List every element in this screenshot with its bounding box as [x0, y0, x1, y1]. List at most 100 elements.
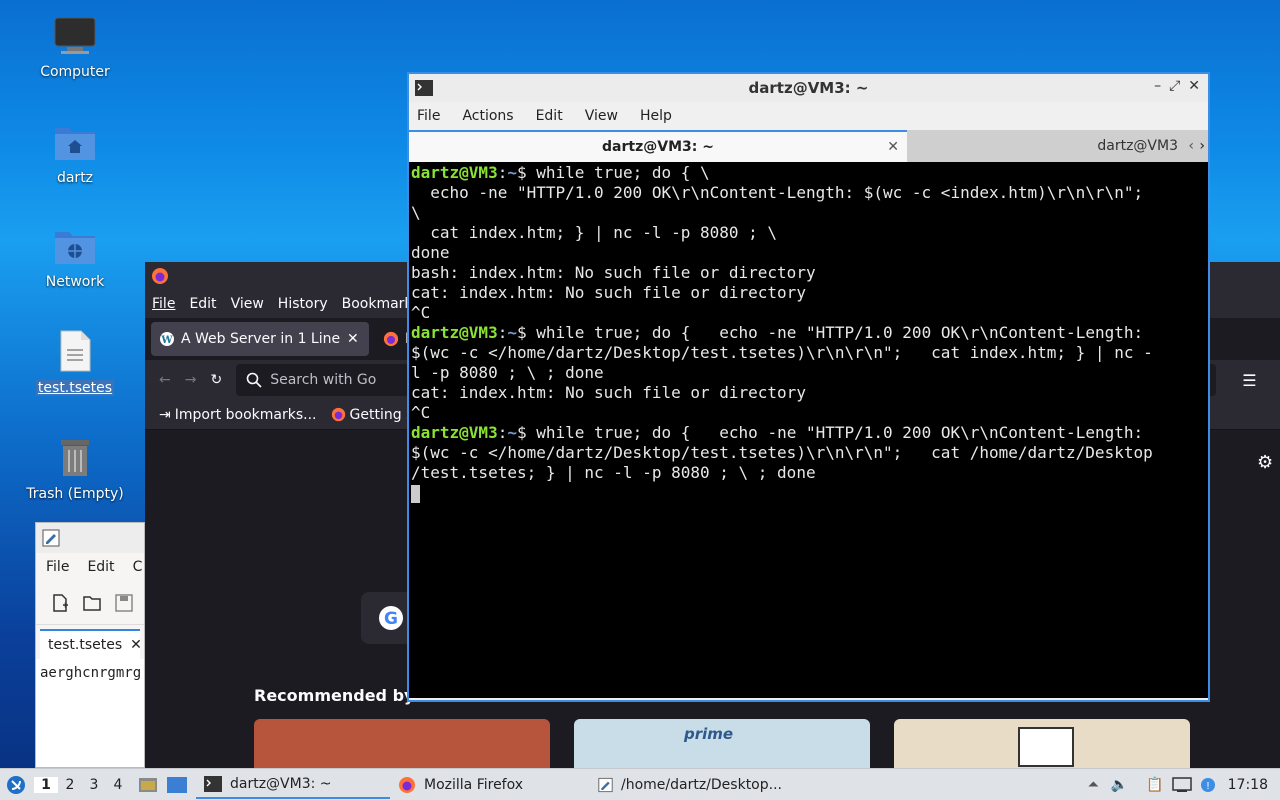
terminal-line: done	[411, 243, 1206, 263]
tab-label: dartz@VM3: ~	[602, 139, 714, 155]
reload-icon[interactable]: ↻	[210, 372, 222, 388]
desktop-icon-dartz[interactable]: dartz	[20, 122, 130, 186]
computer-icon	[54, 17, 96, 54]
terminal-line: $(wc -c </home/dartz/Desktop/test.tsetes…	[411, 443, 1206, 463]
workspace-1[interactable]: 1	[34, 776, 58, 793]
tab-web-server[interactable]: W A Web Server in 1 Line of ✕	[151, 322, 369, 356]
text-editor-icon	[598, 777, 613, 792]
search-icon	[246, 372, 262, 388]
menu-help[interactable]: Help	[640, 108, 672, 124]
settings-gear-icon[interactable]: ⚙	[1257, 452, 1273, 473]
desktop-icon-computer[interactable]: Computer	[20, 16, 130, 80]
mousepad-tab[interactable]: test.tsetes ✕	[40, 629, 142, 659]
bookmark-import[interactable]: ⇥ Import bookmarks...	[159, 407, 317, 423]
firefox-icon	[152, 268, 168, 284]
task-firefox[interactable]: Mozilla Firefox	[390, 771, 590, 799]
line-text: cat index.htm; } | nc -l -p 8080 ; \	[411, 223, 778, 242]
terminal-tab-2[interactable]: dartz@VM3 ‹ ›	[907, 130, 1208, 162]
task-mousepad[interactable]: /home/dartz/Desktop...	[590, 771, 790, 799]
start-menu-icon[interactable]	[6, 775, 26, 795]
terminal-lines: dartz@VM3:~$ while true; do { \ echo -ne…	[411, 163, 1206, 483]
desktop-icon-test-file[interactable]: test.tsetes	[20, 330, 130, 396]
open-folder-icon[interactable]	[82, 593, 102, 613]
task-label: Mozilla Firefox	[424, 776, 524, 793]
bookmark-label: Getting S	[349, 406, 415, 423]
recommended-card[interactable]	[894, 719, 1190, 768]
terminal-tab-1[interactable]: dartz@VM3: ~ ✕	[409, 130, 907, 162]
network-folder-icon	[55, 232, 95, 264]
terminal-line: dartz@VM3:~$ while true; do { \	[411, 163, 1206, 183]
recommended-heading: Recommended by P	[254, 686, 432, 705]
terminal-line: cat: index.htm: No such file or director…	[411, 383, 1206, 403]
workspace-3[interactable]: 3	[82, 777, 106, 793]
recommended-card[interactable]	[254, 719, 550, 768]
minimize-icon[interactable]: –	[1154, 78, 1161, 94]
line-text: ^C	[411, 303, 431, 322]
desktop-icon-label: Computer	[40, 64, 110, 80]
file-manager-icon[interactable]	[138, 776, 158, 794]
line-text: /test.tsetes; } | nc -l -p 8080 ; \ ; do…	[411, 463, 816, 482]
show-desktop-icon[interactable]	[166, 776, 188, 794]
maximize-icon[interactable]: ⤢	[1169, 78, 1180, 94]
menu-edit[interactable]: Edit	[87, 559, 114, 575]
scroll-tabs-left-icon[interactable]: ‹	[1188, 138, 1194, 154]
terminal-menubar: File Actions Edit View Help	[409, 102, 1208, 130]
close-icon[interactable]: ✕	[887, 139, 899, 155]
menu-edit[interactable]: Edit	[536, 108, 563, 124]
terminal-output[interactable]: dartz@VM3:~$ while true; do { \ echo -ne…	[409, 162, 1208, 698]
back-icon[interactable]: ←	[159, 372, 171, 388]
menu-file[interactable]: File	[152, 296, 175, 312]
close-icon[interactable]: ✕	[1188, 78, 1200, 94]
desktop-icon-trash[interactable]: Trash (Empty)	[20, 436, 130, 502]
task-terminal[interactable]: dartz@VM3: ~	[196, 771, 390, 799]
close-icon[interactable]: ✕	[347, 331, 359, 347]
desktop-icon-label: dartz	[56, 170, 94, 186]
tab-label: dartz@VM3	[1097, 138, 1178, 154]
card-stamp	[1018, 727, 1074, 767]
terminal-titlebar[interactable]: dartz@VM3: ~ – ⤢ ✕	[409, 74, 1208, 102]
close-icon[interactable]: ✕	[130, 637, 142, 653]
new-file-icon[interactable]	[50, 593, 70, 613]
workspace-2[interactable]: 2	[58, 777, 82, 793]
line-text: \	[411, 203, 421, 222]
save-icon[interactable]	[114, 593, 134, 613]
menu-file[interactable]: File	[417, 108, 440, 124]
terminal-line: \	[411, 203, 1206, 223]
firefox-icon	[399, 776, 415, 793]
workspace-4[interactable]: 4	[106, 777, 130, 793]
recommended-card[interactable]: prime	[574, 719, 870, 768]
clock[interactable]: 17:18	[1228, 777, 1268, 793]
menu-view[interactable]: View	[231, 296, 264, 312]
menu-actions[interactable]: Actions	[462, 108, 513, 124]
desktop-icon-network[interactable]: Network	[20, 226, 130, 290]
menu-file[interactable]: File	[46, 559, 69, 575]
prompt-user: dartz@VM3	[411, 323, 498, 342]
scroll-tabs-right-icon[interactable]: ›	[1199, 138, 1205, 154]
mousepad-toolbar	[36, 581, 144, 625]
bookmark-getting-started[interactable]: Getting S	[331, 407, 415, 423]
menu-view[interactable]: View	[585, 108, 618, 124]
firefox-icon	[383, 331, 399, 347]
window-title: dartz@VM3: ~	[748, 79, 869, 97]
volume-icon[interactable]: 🔈	[1111, 777, 1128, 793]
updates-icon[interactable]: !	[1200, 777, 1216, 793]
mousepad-menubar: File Edit C	[36, 553, 144, 581]
clipboard-icon[interactable]: 📋	[1146, 777, 1163, 793]
network-icon[interactable]	[1171, 776, 1192, 793]
menu-edit[interactable]: Edit	[189, 296, 216, 312]
terminal-window[interactable]: dartz@VM3: ~ – ⤢ ✕ File Actions Edit Vie…	[407, 72, 1210, 702]
menu-history[interactable]: History	[278, 296, 328, 312]
prompt-separator: :	[497, 163, 508, 182]
menu-c[interactable]: C	[133, 559, 143, 575]
menu-hamburger-icon[interactable]: ☰	[1242, 371, 1256, 390]
forward-icon[interactable]: →	[185, 372, 197, 388]
svg-text:G: G	[384, 609, 398, 629]
tray-up-arrow-icon[interactable]: ⏶	[1088, 777, 1099, 793]
mousepad-titlebar[interactable]	[36, 523, 144, 553]
mousepad-window[interactable]: File Edit C test.tsetes ✕ aerghcnrgmrg	[35, 522, 145, 768]
line-text: ^C	[411, 403, 431, 422]
editor-text-area[interactable]: aerghcnrgmrg	[36, 659, 144, 767]
terminal-cursor-line	[411, 483, 1206, 503]
desktop-icon-label: Network	[45, 274, 105, 290]
terminal-line: bash: index.htm: No such file or directo…	[411, 263, 1206, 283]
